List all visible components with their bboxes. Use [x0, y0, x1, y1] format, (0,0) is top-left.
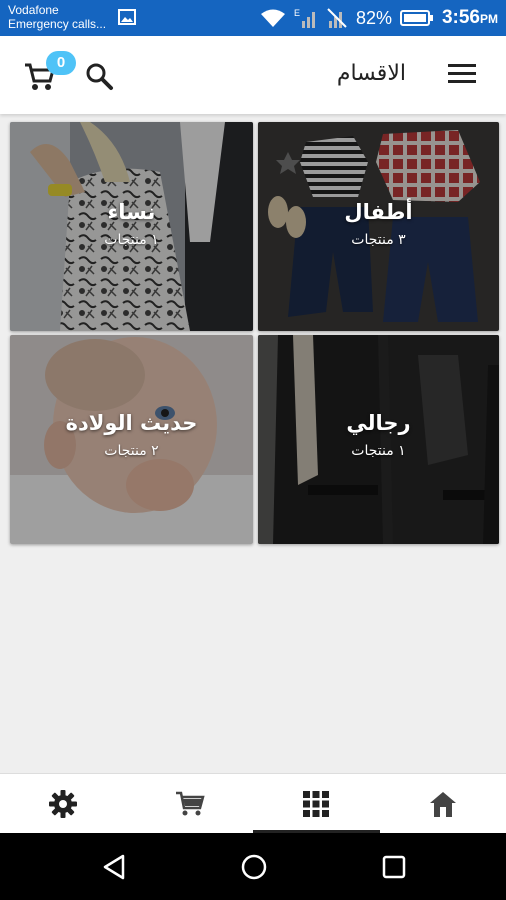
cart-count-badge: 0: [46, 51, 76, 75]
clock: 3:56PM: [441, 7, 498, 28]
bottom-navigation: [0, 773, 506, 834]
settings-icon: [49, 790, 77, 818]
carrier-info: Vodafone Emergency calls...: [8, 3, 106, 31]
carrier-status: Emergency calls...: [8, 17, 107, 31]
page-title: الاقسام: [336, 61, 406, 86]
category-count: ٢ منتجات: [104, 443, 159, 459]
svg-text:E: E: [294, 8, 300, 18]
category-count: ١ منتجات: [351, 443, 406, 459]
app-bar: 0 الاقسام: [0, 36, 506, 114]
system-navigation-bar: [0, 833, 506, 900]
back-icon: [103, 854, 125, 880]
battery-icon: [399, 10, 433, 26]
gallery-icon: [118, 9, 136, 25]
recents-icon: [382, 855, 406, 879]
category-name: حديث الولادة: [65, 411, 198, 435]
grid-icon: [303, 791, 329, 817]
menu-icon[interactable]: [446, 60, 478, 88]
back-button[interactable]: [96, 851, 132, 883]
search-icon[interactable]: [84, 61, 114, 91]
nav-home[interactable]: [380, 774, 506, 834]
status-bar: Vodafone Emergency calls... E 82% 3:56PM: [0, 0, 506, 36]
category-count: ٣ منتجات: [351, 232, 406, 248]
category-tile-women[interactable]: نساء ١ منتجات: [10, 122, 253, 331]
home-system-button[interactable]: [236, 851, 272, 883]
category-name: رجالي: [346, 411, 411, 435]
battery-percent: 82%: [355, 7, 392, 28]
category-tile-newborn[interactable]: حديث الولادة ٢ منتجات: [10, 335, 253, 544]
nav-cart[interactable]: [127, 774, 253, 834]
no-signal-icon: [327, 8, 347, 28]
recents-button[interactable]: [376, 851, 412, 883]
home-circle-icon: [241, 854, 267, 880]
nav-categories[interactable]: [253, 774, 379, 834]
home-icon: [430, 792, 456, 817]
wifi-icon: [260, 9, 285, 27]
nav-settings[interactable]: [0, 774, 126, 834]
category-name: أطفال: [344, 200, 413, 224]
category-tile-men[interactable]: رجالي ١ منتجات: [258, 335, 499, 544]
carrier-name: Vodafone: [8, 3, 59, 17]
category-name: نساء: [107, 200, 156, 224]
status-icons: E 82% 3:56PM: [260, 0, 498, 36]
signal-icon: E: [294, 8, 315, 28]
category-tile-kids[interactable]: أطفال ٣ منتجات: [258, 122, 499, 331]
category-count: ١ منتجات: [104, 232, 159, 248]
cart-icon: [176, 791, 205, 816]
